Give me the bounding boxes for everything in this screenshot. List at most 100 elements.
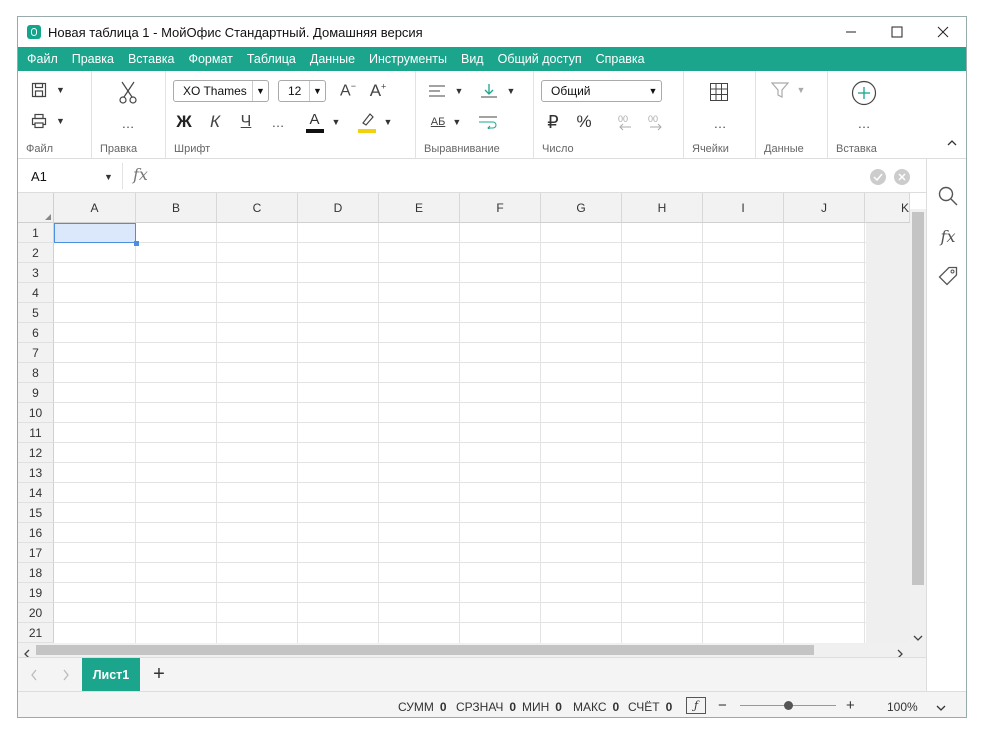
- column-header[interactable]: B: [136, 193, 217, 223]
- column-header[interactable]: C: [217, 193, 298, 223]
- row-header[interactable]: 10: [18, 403, 54, 423]
- search-button[interactable]: [937, 185, 959, 207]
- column-header[interactable]: D: [298, 193, 379, 223]
- bold-button[interactable]: Ж: [173, 111, 195, 133]
- column-header[interactable]: I: [703, 193, 784, 223]
- text-direction-button[interactable]: АБ ▼: [424, 111, 468, 133]
- maximize-button[interactable]: [874, 17, 920, 47]
- close-button[interactable]: [920, 17, 966, 47]
- menu-help[interactable]: Справка: [596, 52, 645, 66]
- edit-more-button[interactable]: …: [116, 115, 140, 131]
- print-button[interactable]: ▼: [28, 110, 68, 132]
- font-size-select[interactable]: 12 ▼: [278, 80, 326, 102]
- row-header[interactable]: 4: [18, 283, 54, 303]
- minimize-button[interactable]: [828, 17, 874, 47]
- menu-edit[interactable]: Правка: [72, 52, 114, 66]
- row-header[interactable]: 21: [18, 623, 54, 643]
- functions-panel-button[interactable]: fx: [935, 225, 961, 247]
- font-name-select[interactable]: XO Thames ▼: [173, 80, 269, 102]
- menu-sharing[interactable]: Общий доступ: [498, 52, 582, 66]
- row-header[interactable]: 17: [18, 543, 54, 563]
- row-header[interactable]: 9: [18, 383, 54, 403]
- prev-sheet-button[interactable]: [30, 668, 38, 686]
- row-header[interactable]: 6: [18, 323, 54, 343]
- menu-data[interactable]: Данные: [310, 52, 355, 66]
- save-button[interactable]: ▼: [28, 79, 68, 101]
- zoom-out-button[interactable]: −: [718, 697, 727, 714]
- select-all-corner[interactable]: [18, 193, 54, 223]
- number-format-select[interactable]: Общий ▼: [541, 80, 662, 102]
- row-header[interactable]: 15: [18, 503, 54, 523]
- menu-insert[interactable]: Вставка: [128, 52, 174, 66]
- font-more-button[interactable]: …: [266, 111, 290, 133]
- collapse-ribbon-button[interactable]: [944, 135, 960, 151]
- currency-button[interactable]: ₽: [541, 111, 565, 133]
- menu-format[interactable]: Формат: [188, 52, 232, 66]
- row-header[interactable]: 2: [18, 243, 54, 263]
- sheet-tab-active[interactable]: Лист1: [82, 658, 140, 691]
- selected-cell[interactable]: [54, 223, 139, 246]
- scroll-down-button[interactable]: [913, 629, 923, 643]
- highlight-color-button[interactable]: ▼: [356, 109, 394, 135]
- tags-button[interactable]: [937, 265, 959, 287]
- column-header[interactable]: J: [784, 193, 865, 223]
- cut-button[interactable]: [114, 79, 142, 107]
- row-header[interactable]: 5: [18, 303, 54, 323]
- zoom-in-button[interactable]: +: [846, 697, 855, 714]
- row-header[interactable]: 13: [18, 463, 54, 483]
- insert-button[interactable]: [850, 79, 878, 107]
- next-sheet-button[interactable]: [62, 668, 70, 686]
- confirm-formula-button[interactable]: [870, 169, 886, 185]
- row-header[interactable]: 18: [18, 563, 54, 583]
- zoom-dropdown[interactable]: [936, 701, 946, 715]
- column-header[interactable]: A: [54, 193, 136, 223]
- row-header[interactable]: 19: [18, 583, 54, 603]
- percent-button[interactable]: %: [572, 111, 596, 133]
- column-header[interactable]: K: [865, 193, 910, 223]
- cells-more-button[interactable]: …: [708, 115, 732, 131]
- chevron-down-icon[interactable]: ▼: [104, 172, 113, 182]
- column-header[interactable]: H: [622, 193, 703, 223]
- font-color-button[interactable]: A ▼: [304, 109, 342, 135]
- horizontal-align-button[interactable]: ▼: [424, 81, 468, 101]
- menu-view[interactable]: Вид: [461, 52, 484, 66]
- row-header[interactable]: 7: [18, 343, 54, 363]
- decrease-decimal-button[interactable]: 00: [614, 111, 638, 133]
- vertical-scrollbar[interactable]: [910, 209, 926, 643]
- vertical-scroll-thumb[interactable]: [912, 212, 924, 585]
- row-header[interactable]: 16: [18, 523, 54, 543]
- font-decrease-button[interactable]: A−: [336, 80, 360, 102]
- underline-button[interactable]: Ч: [235, 111, 257, 133]
- row-header[interactable]: 3: [18, 263, 54, 283]
- wrap-text-button[interactable]: [476, 111, 500, 133]
- horizontal-scrollbar[interactable]: [18, 643, 926, 659]
- increase-decimal-button[interactable]: 00: [644, 111, 668, 133]
- horizontal-scroll-thumb[interactable]: [36, 645, 814, 655]
- cell-reference-box[interactable]: A1: [31, 169, 47, 184]
- zoom-level[interactable]: 100%: [887, 700, 918, 714]
- row-header[interactable]: 1: [18, 223, 54, 243]
- cancel-formula-button[interactable]: [894, 169, 910, 185]
- add-sheet-button[interactable]: +: [150, 663, 168, 685]
- font-increase-button[interactable]: A+: [366, 80, 390, 102]
- row-header[interactable]: 20: [18, 603, 54, 623]
- italic-button[interactable]: К: [204, 111, 226, 133]
- cells-button[interactable]: [706, 79, 732, 105]
- row-header[interactable]: 12: [18, 443, 54, 463]
- filter-button[interactable]: ▼: [766, 79, 810, 101]
- menu-table[interactable]: Таблица: [247, 52, 296, 66]
- formula-view-toggle[interactable]: ƒ: [686, 697, 706, 714]
- row-header[interactable]: 8: [18, 363, 54, 383]
- spreadsheet-grid[interactable]: A B C D E F G H I J K 1 2 3 4 5 6 7 8 9 …: [18, 193, 926, 643]
- column-header[interactable]: F: [460, 193, 541, 223]
- vertical-align-button[interactable]: ▼: [476, 81, 520, 101]
- formula-input[interactable]: [168, 165, 858, 187]
- menu-file[interactable]: Файл: [27, 52, 58, 66]
- column-header[interactable]: E: [379, 193, 460, 223]
- row-header[interactable]: 11: [18, 423, 54, 443]
- fill-handle[interactable]: [134, 241, 139, 246]
- zoom-slider-thumb[interactable]: [784, 701, 793, 710]
- zoom-slider[interactable]: [740, 701, 836, 710]
- menu-tools[interactable]: Инструменты: [369, 52, 447, 66]
- function-icon[interactable]: fx: [133, 165, 148, 184]
